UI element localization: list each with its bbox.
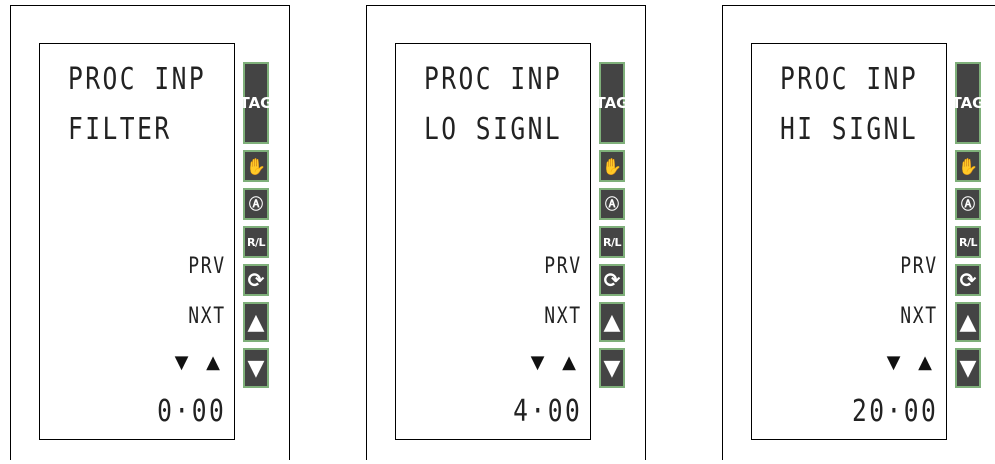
up-arrow-icon[interactable]: ▲ (243, 302, 269, 342)
updown-indicator: ▼ ▲ (174, 352, 226, 373)
down-arrow-icon[interactable]: ▼ (599, 348, 625, 388)
tag-button[interactable]: TAG (952, 62, 985, 144)
updown-indicator: ▼ ▲ (530, 352, 582, 373)
menu-title: PROC INP (68, 62, 207, 97)
device-panel-2: PROC INP LO SIGNL PRV NXT ▼ ▲ 4·00 TAG ✋… (366, 5, 646, 460)
up-arrow-icon[interactable]: ▲ (599, 302, 625, 342)
next-softkey-label: NXT (900, 304, 938, 329)
rl-button[interactable]: R/L (243, 226, 269, 258)
prev-softkey-label: PRV (544, 254, 582, 279)
hand-icon[interactable]: ✋ (599, 150, 625, 182)
hand-icon[interactable]: ✋ (243, 150, 269, 182)
lcd-screen: PROC INP FILTER PRV NXT ▼ ▲ 0·00 (39, 43, 235, 440)
parameter-value: 4·00 (512, 394, 582, 429)
rl-button[interactable]: R/L (599, 226, 625, 258)
auto-icon[interactable]: Ⓐ (955, 188, 981, 220)
parameter-value: 0·00 (156, 394, 226, 429)
menu-item: HI SIGNL (780, 112, 919, 147)
down-arrow-icon[interactable]: ▼ (243, 348, 269, 388)
refresh-icon[interactable]: ⟳ (955, 264, 981, 296)
auto-icon[interactable]: Ⓐ (599, 188, 625, 220)
updown-indicator: ▼ ▲ (886, 352, 938, 373)
auto-icon[interactable]: Ⓐ (243, 188, 269, 220)
device-panel-3: PROC INP HI SIGNL PRV NXT ▼ ▲ 20·00 TAG … (722, 5, 995, 460)
refresh-icon[interactable]: ⟳ (243, 264, 269, 296)
refresh-icon[interactable]: ⟳ (599, 264, 625, 296)
up-arrow-icon[interactable]: ▲ (955, 302, 981, 342)
menu-item: FILTER (68, 112, 172, 147)
menu-item: LO SIGNL (424, 112, 563, 147)
prev-softkey-label: PRV (188, 254, 226, 279)
prev-softkey-label: PRV (900, 254, 938, 279)
lcd-screen: PROC INP HI SIGNL PRV NXT ▼ ▲ 20·00 (751, 43, 947, 440)
tag-button[interactable]: TAG (596, 62, 629, 144)
next-softkey-label: NXT (544, 304, 582, 329)
tag-button[interactable]: TAG (240, 62, 273, 144)
next-softkey-label: NXT (188, 304, 226, 329)
menu-title: PROC INP (424, 62, 563, 97)
hand-icon[interactable]: ✋ (955, 150, 981, 182)
rl-button[interactable]: R/L (955, 226, 981, 258)
menu-title: PROC INP (780, 62, 919, 97)
parameter-value: 20·00 (851, 394, 938, 429)
device-panel-1: PROC INP FILTER PRV NXT ▼ ▲ 0·00 TAG ✋ Ⓐ… (10, 5, 290, 460)
lcd-screen: PROC INP LO SIGNL PRV NXT ▼ ▲ 4·00 (395, 43, 591, 440)
down-arrow-icon[interactable]: ▼ (955, 348, 981, 388)
